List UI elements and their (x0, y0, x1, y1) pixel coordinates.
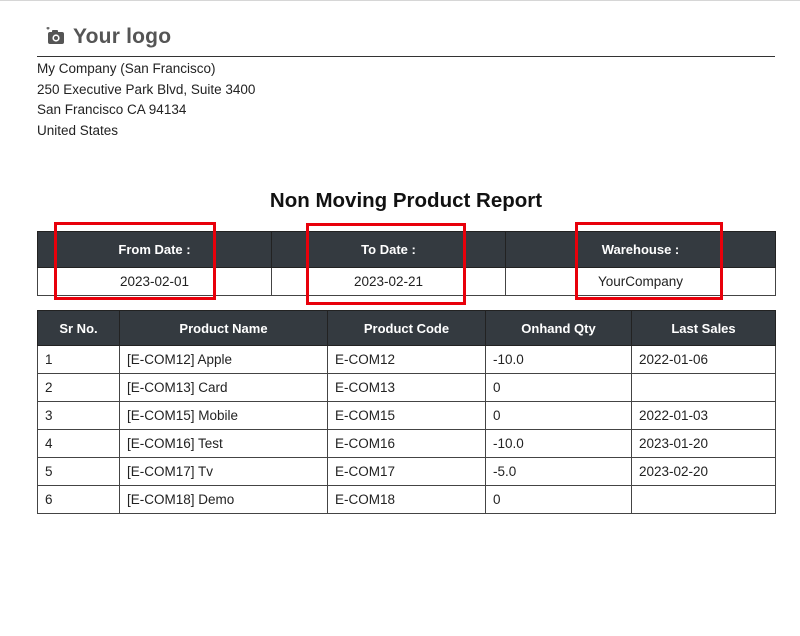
column-header-sr-no: Sr No. (37, 310, 120, 346)
cell-sr-no: 5 (37, 457, 120, 486)
cell-last-sales: 2022-01-06 (631, 345, 776, 374)
cell-onhand-qty: -5.0 (485, 457, 632, 486)
table-row: 5 [E-COM17] Tv E-COM17 -5.0 2023-02-20 (37, 457, 776, 486)
cell-sr-no: 2 (37, 373, 120, 402)
table-row: 6 [E-COM18] Demo E-COM18 0 (37, 485, 776, 514)
cell-product-code: E-COM17 (327, 457, 486, 486)
cell-onhand-qty: -10.0 (485, 345, 632, 374)
cell-last-sales: 2023-01-20 (631, 429, 776, 458)
page-top-border (0, 0, 800, 1)
table-row: 1 [E-COM12] Apple E-COM12 -10.0 2022-01-… (37, 345, 776, 374)
cell-product-code: E-COM18 (327, 485, 486, 514)
column-header-last-sales: Last Sales (631, 310, 776, 346)
cell-last-sales: 2023-02-20 (631, 457, 776, 486)
company-country: United States (37, 122, 119, 138)
cell-product-name: [E-COM13] Card (119, 373, 328, 402)
cell-product-name: [E-COM17] Tv (119, 457, 328, 486)
camera-icon (46, 27, 64, 44)
cell-onhand-qty: 0 (485, 401, 632, 430)
cell-product-name: [E-COM15] Mobile (119, 401, 328, 430)
table-row: 4 [E-COM16] Test E-COM16 -10.0 2023-01-2… (37, 429, 776, 458)
table-row: 2 [E-COM13] Card E-COM13 0 (37, 373, 776, 402)
cell-sr-no: 3 (37, 401, 120, 430)
cell-last-sales: 2022-01-03 (631, 401, 776, 430)
report-title: Non Moving Product Report (269, 189, 543, 212)
cell-last-sales (631, 373, 776, 402)
header-divider (37, 56, 775, 57)
cell-product-name: [E-COM18] Demo (119, 485, 328, 514)
cell-product-name: [E-COM12] Apple (119, 345, 328, 374)
company-logo: Your logo (46, 23, 171, 51)
cell-last-sales (631, 485, 776, 514)
to-date-value: 2023-02-21 (271, 267, 506, 296)
cell-product-code: E-COM16 (327, 429, 486, 458)
product-table: Sr No. Product Name Product Code Onhand … (37, 310, 776, 514)
from-date-value: 2023-02-01 (37, 267, 272, 296)
report-filters-table: From Date : To Date : Warehouse : 2023-0… (37, 231, 776, 296)
cell-onhand-qty: -10.0 (485, 429, 632, 458)
cell-onhand-qty: 0 (485, 373, 632, 402)
warehouse-header: Warehouse : (505, 231, 776, 268)
column-header-product-code: Product Code (327, 310, 486, 346)
cell-product-code: E-COM12 (327, 345, 486, 374)
cell-sr-no: 4 (37, 429, 120, 458)
table-row: 3 [E-COM15] Mobile E-COM15 0 2022-01-03 (37, 401, 776, 430)
cell-product-code: E-COM13 (327, 373, 486, 402)
column-header-product-name: Product Name (119, 310, 328, 346)
column-header-onhand-qty: Onhand Qty (485, 310, 632, 346)
from-date-header: From Date : (37, 231, 272, 268)
to-date-header: To Date : (271, 231, 506, 268)
cell-onhand-qty: 0 (485, 485, 632, 514)
logo-text: Your logo (73, 25, 172, 48)
company-name: My Company (San Francisco) (37, 61, 216, 76)
company-street: 250 Executive Park Blvd, Suite 3400 (37, 81, 256, 97)
warehouse-value: YourCompany (505, 267, 776, 296)
company-city: San Francisco CA 94134 (37, 102, 187, 117)
cell-sr-no: 6 (37, 485, 120, 514)
cell-product-name: [E-COM16] Test (119, 429, 328, 458)
cell-product-code: E-COM15 (327, 401, 486, 430)
cell-sr-no: 1 (37, 345, 120, 374)
company-address: My Company (San Francisco) 250 Executive… (37, 59, 255, 141)
